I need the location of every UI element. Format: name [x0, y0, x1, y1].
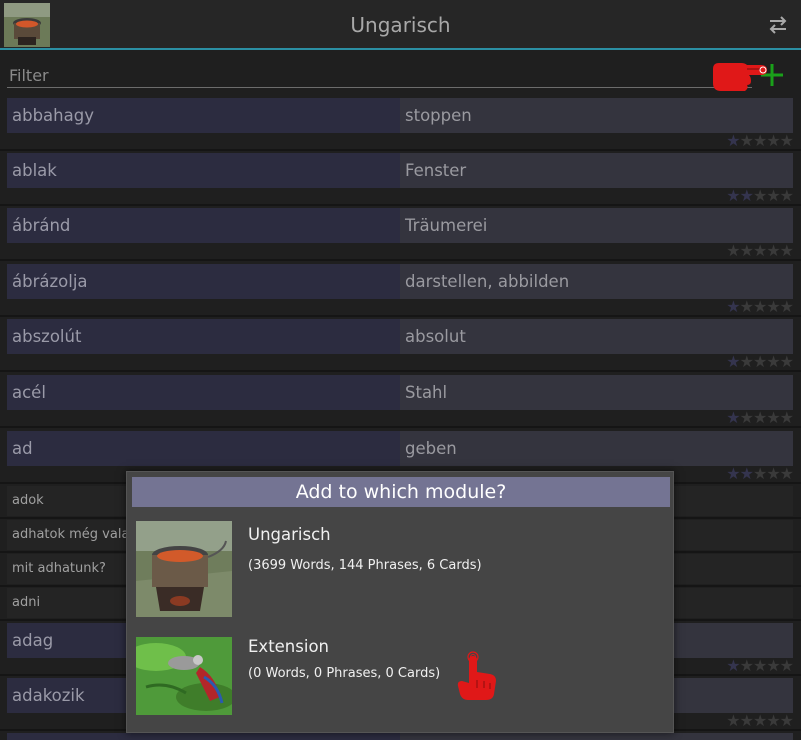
title-bar: Ungarisch [0, 0, 801, 50]
module-option-ungarisch[interactable]: Ungarisch (3699 Words, 144 Phrases, 6 Ca… [127, 521, 675, 621]
cooking-pot-photo [136, 521, 232, 617]
module-name: Extension [248, 637, 330, 656]
add-to-module-dialog: Add to which module? Ungarisch (3699 Wor… [126, 471, 674, 733]
term-german: Träumerei [400, 208, 793, 243]
term-german: darstellen, abbilden [400, 264, 793, 299]
rating-stars[interactable]: ★★★★★ [726, 713, 794, 729]
module-name: Ungarisch [248, 525, 331, 544]
rating-stars[interactable]: ★★★★★ [726, 410, 794, 426]
term-hungarian: acél [7, 375, 400, 410]
rating-stars[interactable]: ★★★★★ [726, 466, 794, 482]
parrot-photo [136, 637, 232, 715]
term-hungarian: ábránd [7, 208, 400, 243]
rating-stars[interactable]: ★★★★★ [726, 188, 794, 204]
rating-stars[interactable]: ★★★★★ [726, 354, 794, 370]
term-hungarian: ablak [7, 153, 400, 188]
plus-icon [761, 64, 783, 86]
term-german: stoppen [400, 98, 793, 133]
term-german: Fenster [400, 153, 793, 188]
term-german: geben [400, 431, 793, 466]
rating-stars[interactable]: ★★★★★ [726, 243, 794, 259]
filter-input[interactable] [7, 64, 752, 88]
add-button[interactable] [755, 58, 789, 92]
term-german: Stahl [400, 375, 793, 410]
module-stats: (3699 Words, 144 Phrases, 6 Cards) [248, 558, 482, 573]
dialog-title: Add to which module? [132, 477, 670, 507]
filter-row [0, 56, 801, 92]
term-german: absolut [400, 319, 793, 354]
rating-stars[interactable]: ★★★★★ [726, 133, 794, 149]
term-hungarian: abbahagy [7, 98, 400, 133]
rating-stars[interactable]: ★★★★★ [726, 299, 794, 315]
module-stats: (0 Words, 0 Phrases, 0 Cards) [248, 666, 441, 681]
app-screen: Ungarisch abbahagy stoppen ★★★★★ [0, 0, 801, 740]
page-title: Ungarisch [350, 13, 451, 37]
term-hungarian: ad [7, 431, 400, 466]
swap-arrows-icon[interactable] [767, 15, 789, 35]
module-option-extension[interactable]: Extension (0 Words, 0 Phrases, 0 Cards) [127, 627, 675, 727]
term-hungarian: abszolút [7, 319, 400, 354]
term-hungarian: ábrázolja [7, 264, 400, 299]
rating-stars[interactable]: ★★★★★ [726, 658, 794, 674]
